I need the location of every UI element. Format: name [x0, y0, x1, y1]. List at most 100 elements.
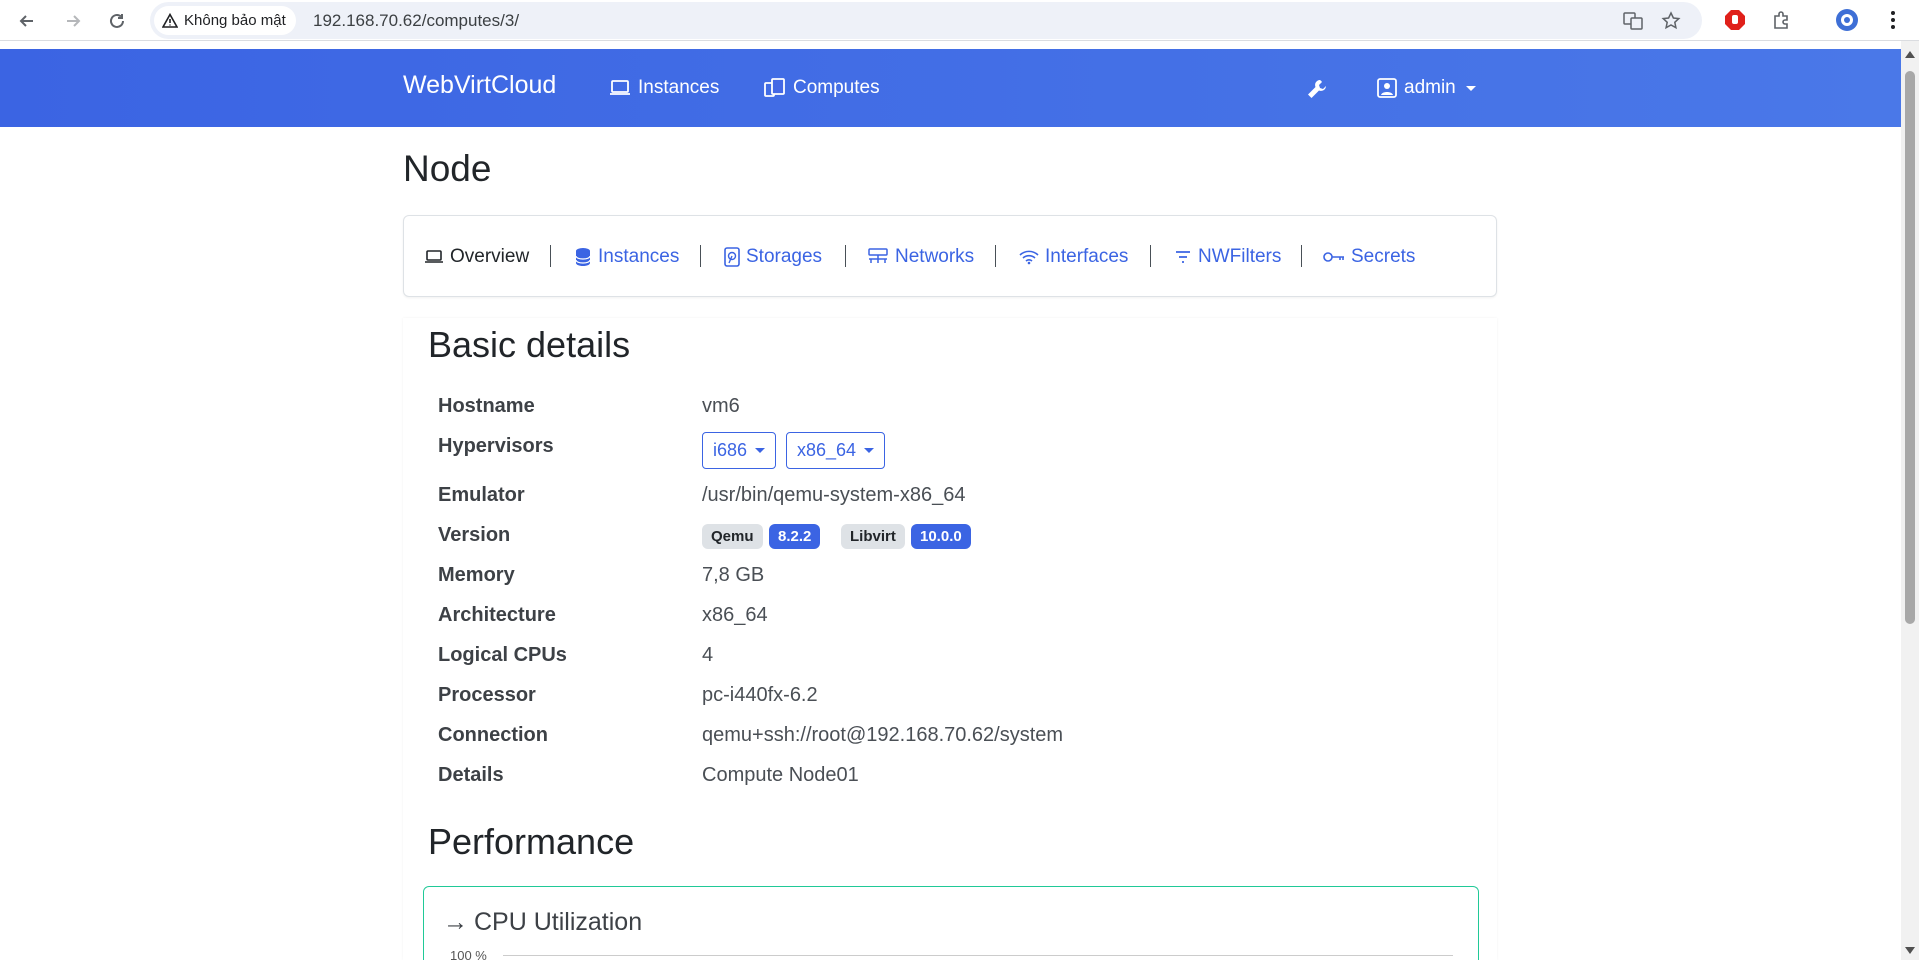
url-text[interactable]: 192.168.70.62/computes/3/ — [313, 11, 519, 31]
wrench-icon — [1308, 80, 1326, 98]
tab-overview[interactable]: Overview — [424, 246, 529, 268]
profile-avatar-icon[interactable] — [1834, 7, 1860, 33]
details-value: Compute Node01 — [702, 764, 859, 786]
architecture-value: x86_64 — [702, 604, 768, 626]
connection-label: Connection — [438, 724, 548, 746]
processor-value: pc-i440fx-6.2 — [702, 684, 818, 706]
hostname-value: vm6 — [702, 395, 740, 417]
back-button[interactable] — [12, 6, 42, 36]
page-title: Node — [403, 148, 492, 189]
processor-label: Processor — [438, 684, 536, 706]
bookmark-star-icon[interactable] — [1658, 8, 1684, 34]
tab-overview-label: Overview — [450, 246, 530, 267]
tab-divider — [550, 245, 551, 267]
user-name: admin — [1404, 77, 1456, 98]
basic-details-title: Basic details — [428, 324, 631, 365]
tab-networks[interactable]: Networks — [867, 246, 974, 268]
tab-divider — [700, 245, 701, 267]
laptop-icon — [610, 80, 630, 95]
extensions-puzzle-icon[interactable] — [1768, 7, 1794, 33]
network-icon — [868, 248, 888, 263]
details-label: Details — [438, 764, 504, 786]
tab-interfaces[interactable]: Interfaces — [1019, 246, 1128, 268]
cpu-utilization-title: CPU Utilization — [474, 908, 643, 936]
hypervisor-i686-dropdown[interactable]: i686 — [702, 432, 777, 469]
reload-icon — [110, 13, 124, 28]
security-label: Không bảo mật — [184, 12, 286, 29]
reload-button[interactable] — [102, 6, 132, 36]
nav-instances-link[interactable]: Instances — [609, 77, 719, 99]
filter-icon — [1176, 251, 1190, 263]
laptop-icon — [425, 250, 443, 263]
browser-toolbar: Không bảo mật 192.168.70.62/computes/3/ — [0, 0, 1919, 41]
hdd-icon — [724, 247, 740, 267]
scroll-down-arrow[interactable] — [1905, 947, 1915, 954]
tab-secrets[interactable]: Secrets — [1323, 246, 1415, 268]
scroll-up-arrow[interactable] — [1905, 51, 1915, 58]
tab-interfaces-label: Interfaces — [1045, 246, 1129, 267]
nav-instances-label: Instances — [638, 77, 720, 98]
tab-nwfilters-label: NWFilters — [1198, 246, 1282, 267]
chevron-down-icon — [1465, 85, 1476, 91]
hypervisors-label: Hypervisors — [438, 435, 554, 457]
qemu-badge: Qemu — [702, 524, 763, 549]
emulator-label: Emulator — [438, 484, 525, 506]
tab-storages-label: Storages — [746, 246, 823, 267]
wifi-icon — [1019, 250, 1039, 265]
nav-computes-link[interactable]: Computes — [764, 77, 880, 99]
page-scrollbar[interactable] — [1901, 41, 1919, 960]
emulator-value: /usr/bin/qemu-system-x86_64 — [702, 484, 966, 506]
tab-secrets-label: Secrets — [1351, 246, 1416, 267]
qemu-version-badge: 8.2.2 — [769, 524, 821, 549]
architecture-label: Architecture — [438, 604, 556, 626]
tab-divider — [845, 245, 846, 267]
arrow-left-icon — [19, 15, 33, 27]
compute-tabs: Overview Instances Storages Networks Int… — [403, 215, 1497, 297]
memory-label: Memory — [438, 564, 515, 586]
chart-gridline — [503, 955, 1453, 956]
user-menu-dropdown[interactable]: admin — [1377, 77, 1476, 99]
address-bar[interactable]: Không bảo mật 192.168.70.62/computes/3/ — [150, 2, 1702, 39]
adblock-extension-icon[interactable] — [1722, 7, 1748, 33]
translate-icon[interactable] — [1620, 8, 1646, 34]
logical-cpus-label: Logical CPUs — [438, 644, 567, 666]
chevron-down-icon — [864, 448, 875, 453]
memory-value: 7,8 GB — [702, 564, 765, 586]
scroll-thumb[interactable] — [1905, 71, 1915, 624]
tab-networks-label: Networks — [895, 246, 975, 267]
hypervisor-x86-64-label: x86_64 — [797, 440, 857, 460]
cpu-utilization-heading: → CPU Utilization — [443, 908, 642, 937]
warning-icon — [162, 12, 178, 28]
tab-storages[interactable]: Storages — [724, 246, 822, 268]
browser-menu-icon[interactable] — [1880, 7, 1906, 33]
chevron-down-icon — [755, 448, 766, 453]
tab-instances[interactable]: Instances — [574, 246, 679, 268]
tab-instances-label: Instances — [598, 246, 680, 267]
forward-button[interactable] — [58, 6, 88, 36]
key-icon — [1323, 252, 1344, 262]
libvirt-version-badge: 10.0.0 — [911, 524, 971, 549]
version-label: Version — [438, 524, 511, 546]
brand-link[interactable]: WebVirtCloud — [403, 71, 556, 100]
hypervisor-x86-64-dropdown[interactable]: x86_64 — [786, 432, 886, 469]
nav-computes-label: Computes — [793, 77, 880, 98]
arrow-right-icon — [67, 15, 81, 27]
connection-value: qemu+ssh://root@192.168.70.62/system — [702, 724, 1064, 746]
performance-title: Performance — [428, 821, 635, 862]
logical-cpus-value: 4 — [702, 644, 714, 666]
tab-divider — [995, 245, 996, 267]
y-axis-tick-top: 100 % — [450, 948, 487, 960]
tab-nwfilters[interactable]: NWFilters — [1174, 246, 1281, 268]
devices-icon — [764, 78, 785, 97]
libvirt-badge: Libvirt — [841, 524, 905, 549]
hypervisor-i686-label: i686 — [713, 440, 748, 460]
tab-divider — [1301, 245, 1302, 267]
tab-divider — [1150, 245, 1151, 267]
database-icon — [575, 248, 591, 266]
arrow-right-icon: → — [443, 908, 468, 936]
content-card — [403, 318, 1497, 960]
security-indicator[interactable]: Không bảo mật — [154, 6, 296, 35]
settings-wrench-button[interactable] — [1306, 78, 1328, 100]
app-navbar: WebVirtCloud Instances Computes admin — [0, 49, 1901, 127]
hostname-label: Hostname — [438, 395, 535, 417]
